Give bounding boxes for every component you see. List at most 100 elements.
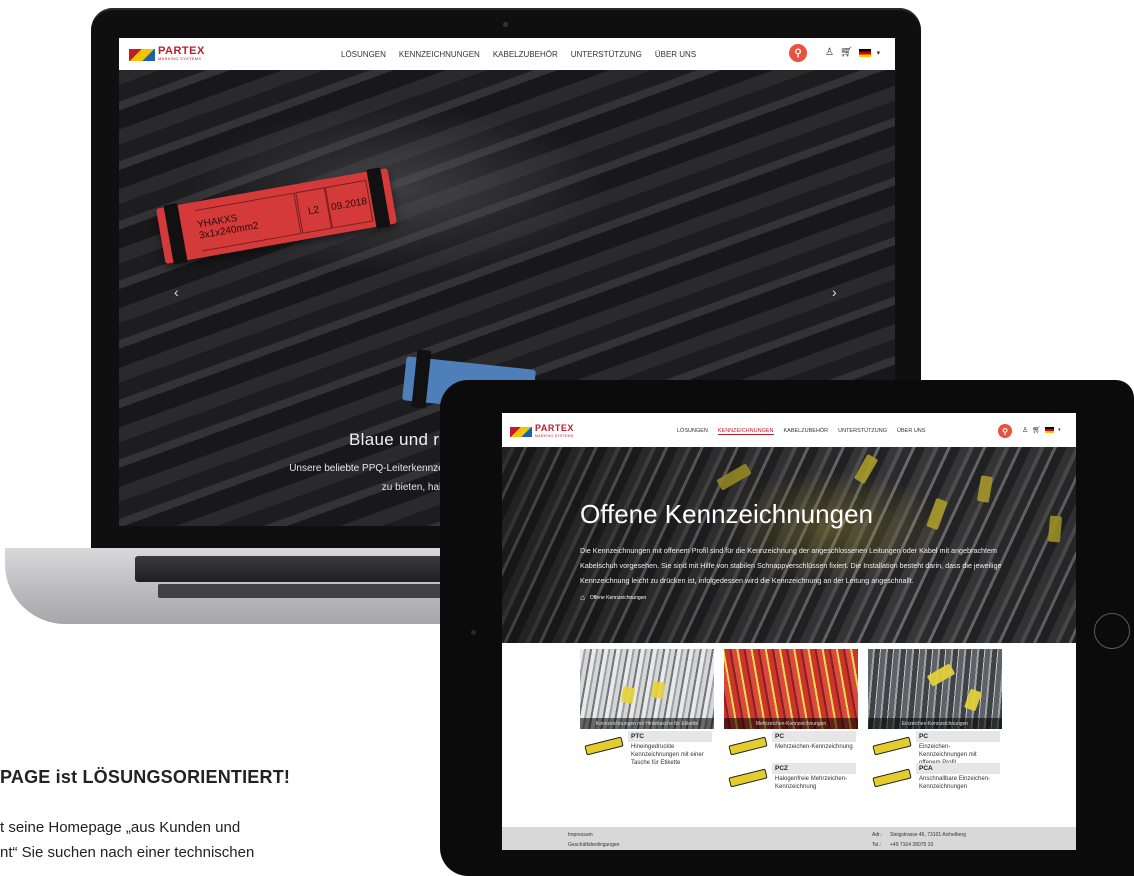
marker-thumb-icon — [728, 736, 768, 756]
logo-tagline: MARKING SYSTEMS — [158, 56, 202, 61]
tablet-menu-item-unterstuetzung[interactable]: UNTERSTÜTZUNG — [838, 428, 887, 435]
yellow-marker — [963, 688, 983, 712]
search-icon: ⚲ — [794, 47, 802, 59]
card-image[interactable]: Kennzeichnungen mit Hinteltasche für Eti… — [580, 649, 714, 729]
category-card[interactable]: Mehrzeichen-Kennzeichnungen PC Mehrzeich… — [724, 649, 858, 793]
card-caption: Kennzeichnungen mit Hinteltasche für Eti… — [580, 718, 714, 729]
marker-text: YHAKXS 3x1x240mm2 — [194, 192, 302, 252]
product-desc: Anschnallbare Einzeichen-Kennzeichnungen — [919, 776, 991, 790]
product-item[interactable]: PC Mehrzeichen-Kennzeichnung — [724, 731, 858, 761]
product-item[interactable]: PC Einzeichen-Kennzeichnungen mit offene… — [868, 731, 1002, 766]
product-thumb — [724, 763, 772, 793]
product-thumb — [868, 731, 916, 761]
cart-icon[interactable]: 🛒︎ — [840, 47, 853, 58]
main-menu: LÖSUNGEN KENNZEICHNUNGEN KABELZUBEHÖR UN… — [341, 50, 696, 59]
yellow-marker — [650, 681, 666, 699]
tablet-menu-item-loesungen[interactable]: LÖSUNGEN — [677, 428, 708, 435]
marker-cell-date: 09.2018 — [324, 179, 374, 229]
tablet-hero-text: Die Kennzeichnungen mit offenem Profil s… — [580, 546, 1002, 585]
logo-name: PARTEX — [158, 45, 205, 57]
product-item[interactable]: PCA Anschnallbare Einzeichen-Kennzeichnu… — [868, 763, 1002, 793]
breadcrumb: ⌂ Offene Kennzeichnungen — [580, 593, 646, 602]
tablet-logo-tagline: MARKING SYSTEMS — [535, 434, 574, 438]
chevron-down-icon[interactable]: ▾ — [877, 49, 881, 57]
marker-thumb-icon — [872, 736, 912, 756]
page-headline: PAGE ist LÖSUNGSORIENTIERT! — [0, 767, 291, 787]
product-code[interactable]: PC — [916, 731, 1000, 742]
yellow-marker — [926, 663, 956, 687]
footer-phone-label: Tel.: — [872, 842, 882, 848]
laptop-hero-title: Blaue und ro — [349, 430, 450, 449]
category-card[interactable]: Kennzeichnungen mit Hinteltasche für Eti… — [580, 649, 714, 793]
card-image[interactable]: Einzeichen-Kennzeichnungen — [868, 649, 1002, 729]
laptop-navbar: PARTEX MARKING SYSTEMS LÖSUNGEN KENNZEIC… — [119, 38, 895, 70]
marker-clip-left — [163, 203, 188, 265]
product-thumb — [868, 763, 916, 793]
tablet-search-button[interactable]: ⚲ — [998, 424, 1012, 438]
marker-thumb-icon — [584, 736, 624, 756]
product-thumb — [724, 731, 772, 761]
category-cards: Kennzeichnungen mit Hinteltasche für Eti… — [580, 649, 1002, 793]
tablet-navbar: PARTEX MARKING SYSTEMS LÖSUNGEN KENNZEIC… — [502, 413, 1076, 447]
tablet-footer: Impressum Geschäftsbedingungen Adr.: Ste… — [502, 827, 1076, 850]
tablet-menu-item-kabelzubehoer[interactable]: KABELZUBEHÖR — [784, 428, 829, 435]
tablet-header-icons: ♙ 🛒︎ ▾ — [1022, 426, 1061, 434]
footer-address: Steigstrasse 46, 73101 Aichelberg — [890, 832, 966, 838]
partex-logo-mark — [129, 49, 155, 61]
tablet-flag-de-icon[interactable] — [1045, 427, 1055, 433]
menu-item-unterstuetzung[interactable]: UNTERSTÜTZUNG — [571, 50, 642, 59]
tablet-chevron-down-icon[interactable]: ▾ — [1058, 427, 1061, 433]
flag-de-icon[interactable] — [858, 48, 871, 57]
tablet-main-menu: LÖSUNGEN KENNZEICHNUNGEN KABELZUBEHÖR UN… — [677, 428, 925, 435]
product-code[interactable]: PCA — [916, 763, 1000, 774]
header-icons: ♙ 🛒︎ ▾ — [825, 47, 880, 58]
card-caption: Einzeichen-Kennzeichnungen — [868, 718, 1002, 729]
slider-next-arrow[interactable]: › — [832, 284, 837, 300]
marker-thumb-icon — [728, 768, 768, 788]
tablet-hero-title: Offene Kennzeichnungen — [580, 499, 873, 529]
page-body-line-2: nt“ Sie suchen nach einer technischen — [0, 844, 255, 861]
marker-thumb-icon — [872, 768, 912, 788]
card-image[interactable]: Mehrzeichen-Kennzeichnungen — [724, 649, 858, 729]
tablet-screen: PARTEX MARKING SYSTEMS LÖSUNGEN KENNZEIC… — [502, 413, 1076, 850]
breadcrumb-current[interactable]: Offene Kennzeichnungen — [590, 595, 646, 601]
tablet-logo-name: PARTEX — [535, 423, 574, 433]
product-code[interactable]: PCZ — [772, 763, 856, 774]
user-icon[interactable]: ♙ — [825, 47, 834, 58]
product-item[interactable]: PCZ Halogenfreie Mehrzeichen-Kennzeichnu… — [724, 763, 858, 793]
tablet-menu-item-ueber-uns[interactable]: ÜBER UNS — [897, 428, 925, 435]
menu-item-ueber-uns[interactable]: ÜBER UNS — [655, 50, 696, 59]
laptop-camera — [503, 22, 508, 27]
tablet-partex-logo[interactable]: PARTEX MARKING SYSTEMS — [510, 424, 574, 440]
product-desc: Hineingedruckte Kennzeichnungen mit eine… — [631, 744, 704, 766]
home-icon[interactable]: ⌂ — [580, 593, 585, 602]
card-caption: Mehrzeichen-Kennzeichnungen — [724, 718, 858, 729]
product-desc: Mehrzeichen-Kennzeichnung — [775, 744, 853, 750]
blue-marker-clip — [411, 349, 432, 409]
menu-item-kennzeichnungen[interactable]: KENNZEICHNUNGEN — [399, 50, 480, 59]
tablet-logo-mark — [510, 427, 532, 437]
page-body-line-1: t seine Homepage „aus Kunden und — [0, 819, 241, 836]
footer-address-label: Adr.: — [872, 832, 883, 838]
search-button[interactable]: ⚲ — [789, 44, 807, 62]
product-code[interactable]: PC — [772, 731, 856, 742]
footer-phone: +49 7164 28075 10 — [890, 842, 934, 848]
footer-link-agb[interactable]: Geschäftsbedingungen — [568, 842, 619, 848]
yellow-marker — [620, 686, 636, 704]
menu-item-kabelzubehoer[interactable]: KABELZUBEHÖR — [493, 50, 558, 59]
tablet-home-button — [1094, 613, 1130, 649]
footer-link-impressum[interactable]: Impressum — [568, 832, 593, 838]
product-item[interactable]: PTC Hineingedruckte Kennzeichnungen mit … — [580, 731, 714, 766]
category-card[interactable]: Einzeichen-Kennzeichnungen PC Einzeichen… — [868, 649, 1002, 793]
tablet-menu-item-kennzeichnungen[interactable]: KENNZEICHNUNGEN — [717, 428, 774, 435]
tablet-user-icon[interactable]: ♙ — [1022, 426, 1028, 434]
product-thumb — [580, 731, 628, 761]
tablet-camera — [471, 630, 476, 635]
slider-prev-arrow[interactable]: ‹ — [174, 284, 179, 300]
tablet-search-icon: ⚲ — [1002, 426, 1008, 436]
tablet-cart-icon[interactable]: 🛒︎ — [1032, 426, 1041, 434]
partex-logo[interactable]: PARTEX MARKING SYSTEMS — [129, 45, 205, 63]
product-code[interactable]: PTC — [628, 731, 712, 742]
product-desc: Halogenfreie Mehrzeichen-Kennzeichnung — [775, 776, 848, 790]
menu-item-loesungen[interactable]: LÖSUNGEN — [341, 50, 386, 59]
